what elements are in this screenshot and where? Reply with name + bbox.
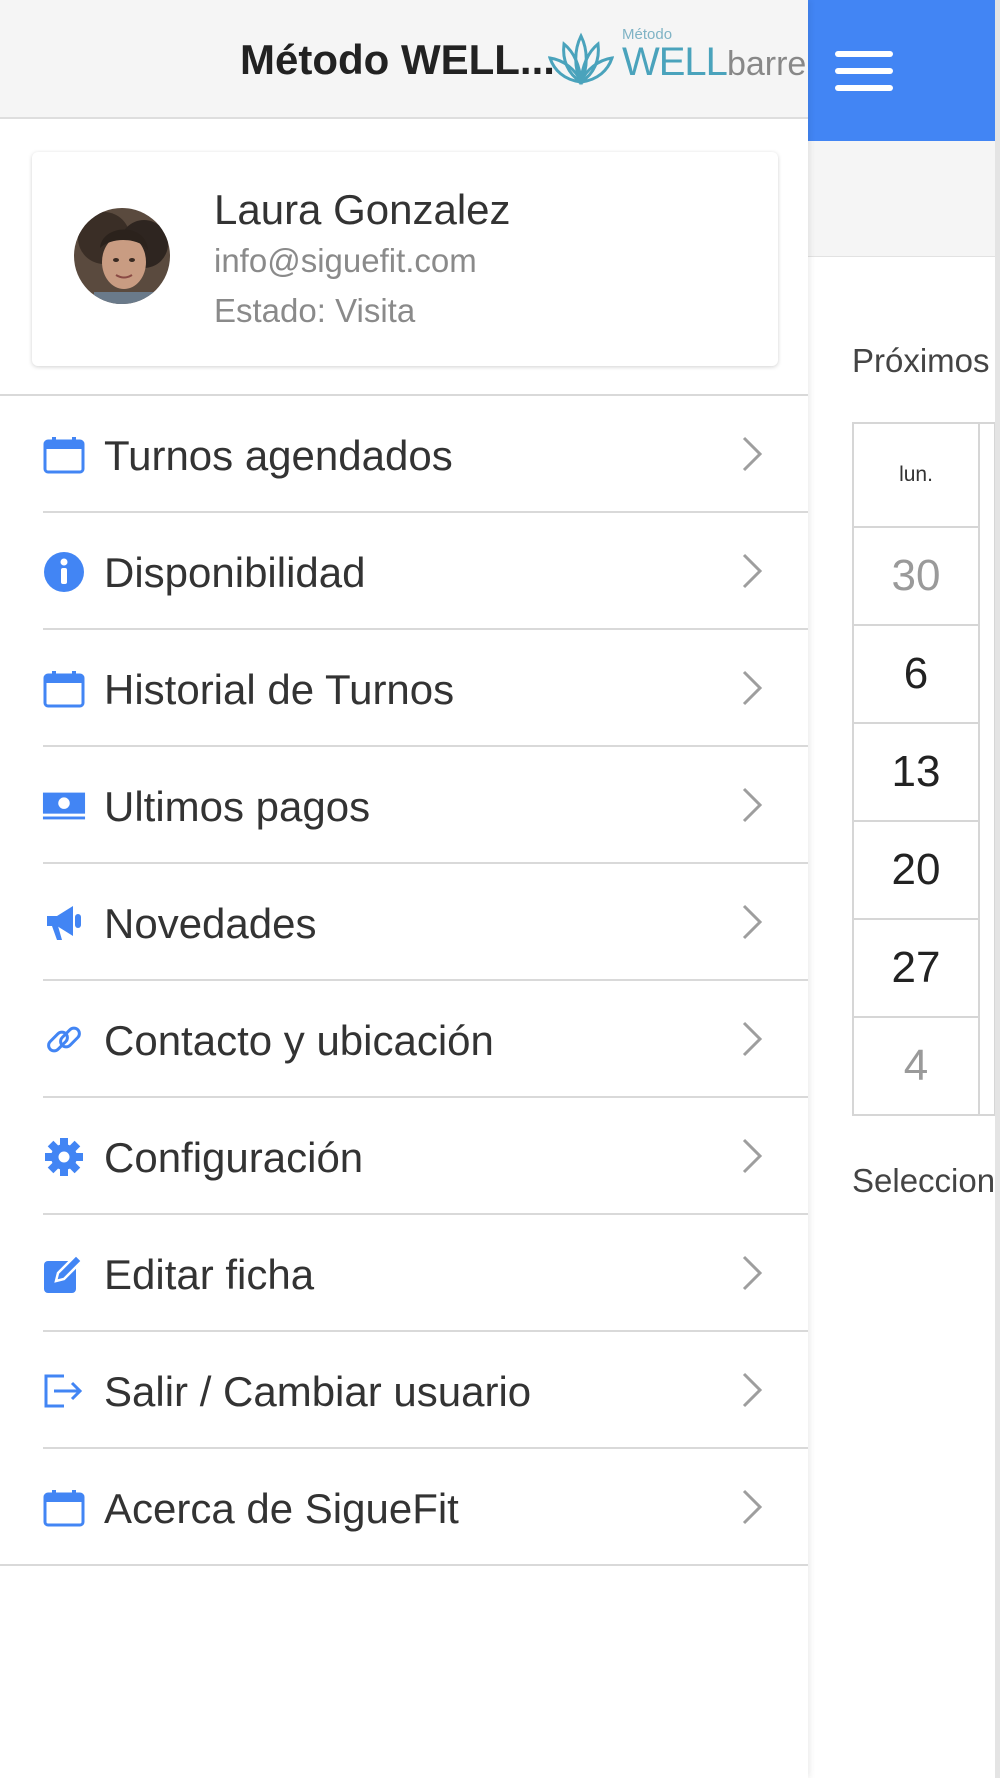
calendar-day[interactable]: 27	[852, 920, 980, 1018]
drawer-menu: Turnos agendados Disponibilidad Historia…	[0, 394, 808, 1566]
chevron-right-icon	[742, 904, 763, 940]
menu-item-label: Editar ficha	[104, 1251, 315, 1298]
chevron-right-icon	[742, 436, 763, 472]
calendar-icon	[42, 668, 86, 710]
menu-item-label: Acerca de SigueFit	[104, 1485, 459, 1532]
menu-item-label: Turnos agendados	[104, 432, 453, 479]
chevron-right-icon	[742, 1489, 763, 1525]
menu-item-editar-ficha[interactable]: Editar ficha	[0, 1215, 808, 1332]
calendar: lun. 30 6 13 20 27 4	[852, 422, 996, 1122]
menu-item-label: Contacto y ubicación	[104, 1017, 494, 1064]
brand-logo: Método WELLbarre	[548, 24, 806, 90]
calendar-next-column	[980, 422, 996, 1116]
menu-item-historial-de-turnos[interactable]: Historial de Turnos	[0, 630, 808, 747]
chevron-right-icon	[742, 787, 763, 823]
profile-status: Estado: Visita	[214, 292, 416, 329]
menu-item-label: Disponibilidad	[104, 549, 366, 596]
logo-barre: barre	[726, 45, 807, 83]
money-icon	[42, 785, 86, 827]
edit-icon	[42, 1253, 86, 1295]
calendar-icon	[42, 1487, 86, 1529]
profile-card[interactable]: Laura Gonzalez info@siguefit.com Estado:…	[32, 152, 778, 366]
menu-item-label: Novedades	[104, 900, 317, 947]
profile-email: info@siguefit.com	[214, 242, 477, 279]
menu-item-turnos-agendados[interactable]: Turnos agendados	[0, 396, 808, 513]
select-label: Seleccion	[852, 1162, 996, 1199]
link-icon	[42, 1019, 86, 1061]
chevron-right-icon	[742, 553, 763, 589]
chevron-right-icon	[742, 1138, 763, 1174]
menu-toggle-button[interactable]	[808, 0, 1000, 141]
menu-item-ultimos-pagos[interactable]: Ultimos pagos	[0, 747, 808, 864]
calendar-icon	[42, 434, 86, 476]
chevron-right-icon	[742, 1021, 763, 1057]
calendar-weekday-header: lun.	[852, 422, 980, 528]
info-icon	[42, 551, 86, 593]
menu-item-label: Configuración	[104, 1134, 364, 1181]
calendar-day[interactable]: 4	[852, 1018, 980, 1116]
logout-icon	[42, 1370, 86, 1412]
hamburger-icon	[835, 50, 893, 91]
lotus-icon	[548, 32, 614, 86]
drawer-title: Método WELL...	[240, 36, 555, 83]
chevron-right-icon	[742, 1372, 763, 1408]
logo-wordmark: WELLbarre	[622, 40, 806, 85]
menu-item-disponibilidad[interactable]: Disponibilidad	[0, 513, 808, 630]
calendar-day[interactable]: 20	[852, 822, 980, 920]
background-subheader	[808, 141, 1000, 257]
chevron-right-icon	[742, 1255, 763, 1291]
calendar-day[interactable]: 13	[852, 724, 980, 822]
calendar-day[interactable]: 6	[852, 626, 980, 724]
side-drawer: Método WELL... Método WELLbarre Laura Go…	[0, 0, 808, 1778]
chevron-right-icon	[742, 670, 763, 706]
menu-item-contacto-y-ubicacion[interactable]: Contacto y ubicación	[0, 981, 808, 1098]
gear-icon	[42, 1136, 86, 1178]
calendar-day[interactable]: 30	[852, 528, 980, 626]
megaphone-icon	[42, 902, 86, 944]
menu-item-acerca-de-siguefit[interactable]: Acerca de SigueFit	[0, 1449, 808, 1566]
logo-well: WELL	[622, 40, 728, 84]
menu-item-label: Salir / Cambiar usuario	[104, 1368, 532, 1415]
profile-name: Laura Gonzalez	[214, 186, 511, 233]
upcoming-label: Próximos	[852, 342, 990, 379]
menu-item-label: Historial de Turnos	[104, 666, 455, 713]
menu-item-novedades[interactable]: Novedades	[0, 864, 808, 981]
drawer-header: Método WELL... Método WELLbarre	[0, 0, 808, 119]
menu-item-label: Ultimos pagos	[104, 783, 371, 830]
avatar	[74, 208, 170, 304]
menu-item-configuracion[interactable]: Configuración	[0, 1098, 808, 1215]
menu-item-salir-cambiar-usuario[interactable]: Salir / Cambiar usuario	[0, 1332, 808, 1449]
scrollbar-edge	[995, 0, 1000, 1778]
